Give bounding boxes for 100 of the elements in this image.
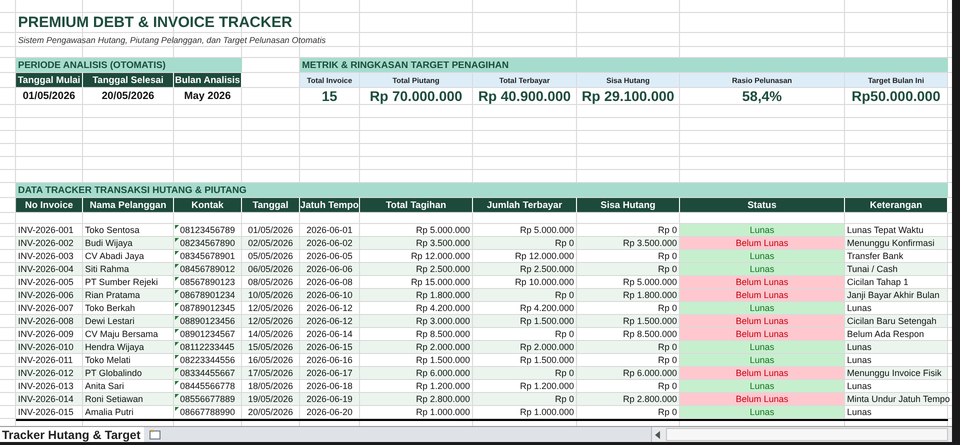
table-cell: Menunggu Konfirmasi bbox=[845, 237, 948, 250]
table-cell: 15/05/2026 bbox=[242, 341, 300, 354]
status-cell: Belum Lunas bbox=[680, 237, 845, 250]
table-cell: 08334455667 bbox=[180, 368, 236, 378]
column-header: Sisa Hutang bbox=[577, 198, 680, 213]
period-value: 01/05/2026 bbox=[16, 88, 83, 105]
status-cell: Belum Lunas bbox=[680, 289, 845, 302]
table-cell: Rian Pratama bbox=[83, 289, 174, 302]
table-cell: 20/05/2026 bbox=[242, 406, 300, 419]
table-cell: Siti Rahma bbox=[83, 263, 174, 276]
horizontal-scrollbar[interactable] bbox=[651, 427, 952, 442]
error-indicator-icon bbox=[175, 251, 179, 255]
column-header: Keterangan bbox=[845, 198, 948, 213]
table-cell: 08678901234 bbox=[180, 290, 236, 300]
table-cell: Rp 2.800.000 bbox=[360, 393, 473, 406]
table-cell: 08223344556 bbox=[180, 355, 236, 365]
table-cell: INV-2026-006 bbox=[16, 289, 83, 302]
table-cell: INV-2026-010 bbox=[16, 341, 83, 354]
status-cell: Lunas bbox=[680, 224, 845, 237]
table-cell: 2026-06-02 bbox=[300, 237, 360, 250]
column-header: Jatuh Tempo bbox=[300, 198, 360, 213]
error-indicator-icon bbox=[175, 238, 179, 242]
table-cell: Rp 3.000.000 bbox=[360, 315, 473, 328]
table-cell: Rp 2.000.000 bbox=[473, 341, 577, 354]
table-cell: Rp 1.800.000 bbox=[360, 289, 473, 302]
section-heading: DATA TRACKER TRANSAKSI HUTANG & PIUTANG bbox=[16, 183, 948, 198]
table-cell: 2026-06-10 bbox=[300, 289, 360, 302]
table-cell: Rp 0 bbox=[473, 237, 577, 250]
table-cell: Rp 0 bbox=[577, 263, 680, 276]
table-cell: 08556677889 bbox=[180, 394, 236, 404]
table-cell: Rp 6.000.000 bbox=[360, 367, 473, 380]
column-header: Kontak bbox=[174, 198, 242, 213]
table-cell: Rp 2.500.000 bbox=[473, 263, 577, 276]
table-cell: Lunas bbox=[845, 406, 948, 419]
table-cell: Rp 0 bbox=[577, 341, 680, 354]
status-cell: Lunas bbox=[680, 380, 845, 393]
table-cell: 08445566778 bbox=[180, 381, 236, 391]
table-cell: 08667788990 bbox=[180, 407, 236, 417]
period-value: 20/05/2026 bbox=[83, 88, 174, 105]
table-cell: Rp 2.500.000 bbox=[360, 263, 473, 276]
table-cell: Rp 2.800.000 bbox=[577, 393, 680, 406]
column-header: Bulan Analisis bbox=[174, 73, 242, 88]
column-header: Jumlah Terbayar bbox=[473, 198, 577, 213]
metric-value: Rp 40.900.000 bbox=[473, 88, 577, 105]
table-cell: 08234567890 bbox=[180, 238, 236, 248]
error-indicator-icon bbox=[175, 303, 179, 307]
table-cell: 10/05/2026 bbox=[242, 289, 300, 302]
error-indicator-icon bbox=[175, 355, 179, 359]
status-cell: Belum Lunas bbox=[680, 276, 845, 289]
status-cell: Lunas bbox=[680, 406, 845, 419]
metric-value: Rp 29.100.000 bbox=[577, 88, 680, 105]
table-cell: INV-2026-012 bbox=[16, 367, 83, 380]
status-cell: Lunas bbox=[680, 341, 845, 354]
status-cell: Belum Lunas bbox=[680, 367, 845, 380]
status-cell: Belum Lunas bbox=[680, 393, 845, 406]
error-indicator-icon bbox=[175, 316, 179, 320]
status-cell: Lunas bbox=[680, 354, 845, 367]
column-header: No Invoice bbox=[16, 198, 83, 213]
table-cell: 08890123456 bbox=[180, 316, 236, 326]
table-cell: Roni Setiawan bbox=[83, 393, 174, 406]
table-cell: Tunai / Cash bbox=[845, 263, 948, 276]
table-cell: Dewi Lestari bbox=[83, 315, 174, 328]
table-cell: PT Globalindo bbox=[83, 367, 174, 380]
table-cell: Rp 1.000.000 bbox=[360, 406, 473, 419]
section-heading: METRIK & RINGKASAN TARGET PENAGIHAN bbox=[300, 58, 948, 73]
table-cell: Rp 1.500.000 bbox=[577, 315, 680, 328]
new-sheet-icon[interactable] bbox=[148, 428, 162, 440]
table-cell: INV-2026-002 bbox=[16, 237, 83, 250]
status-cell: Lunas bbox=[680, 263, 845, 276]
sheet-tab[interactable]: Tracker Hutang & Target bbox=[0, 427, 144, 442]
error-indicator-icon bbox=[175, 394, 179, 398]
table-cell: Rp 3.500.000 bbox=[577, 237, 680, 250]
error-indicator-icon bbox=[175, 407, 179, 411]
table-cell: 08112233445 bbox=[180, 342, 234, 352]
table-cell: 08789012345 bbox=[180, 303, 236, 313]
status-cell: Belum Lunas bbox=[680, 328, 845, 341]
table-cell: 2026-06-15 bbox=[300, 341, 360, 354]
section-heading: PERIODE ANALISIS (OTOMATIS) bbox=[16, 58, 242, 73]
column-header: Tanggal Selesai bbox=[83, 73, 174, 88]
table-cell: Hendra Wijaya bbox=[83, 341, 174, 354]
metric-value: 58,4% bbox=[680, 88, 845, 105]
table-cell: Rp 6.000.000 bbox=[577, 367, 680, 380]
table-cell: Rp 0 bbox=[473, 393, 577, 406]
table-cell: INV-2026-008 bbox=[16, 315, 83, 328]
table-cell: 08901234567 bbox=[180, 329, 236, 339]
metric-value: Rp 70.000.000 bbox=[360, 88, 473, 105]
period-value: May 2026 bbox=[174, 88, 242, 105]
error-indicator-icon bbox=[175, 329, 179, 333]
status-cell: Lunas bbox=[680, 250, 845, 263]
error-indicator-icon bbox=[175, 381, 179, 385]
column-header: Tanggal Mulai bbox=[16, 73, 83, 88]
table-cell: Rp 0 bbox=[577, 406, 680, 419]
table-cell: INV-2026-004 bbox=[16, 263, 83, 276]
table-cell: 12/05/2026 bbox=[242, 315, 300, 328]
table-cell: 2026-06-20 bbox=[300, 406, 360, 419]
table-cell: Minta Undur Jatuh Tempo bbox=[845, 393, 948, 406]
table-cell: Rp 3.500.000 bbox=[360, 237, 473, 250]
table-cell: 02/05/2026 bbox=[242, 237, 300, 250]
table-cell: 08345678901 bbox=[180, 251, 236, 261]
table-cell: 08123456789 bbox=[180, 225, 236, 235]
